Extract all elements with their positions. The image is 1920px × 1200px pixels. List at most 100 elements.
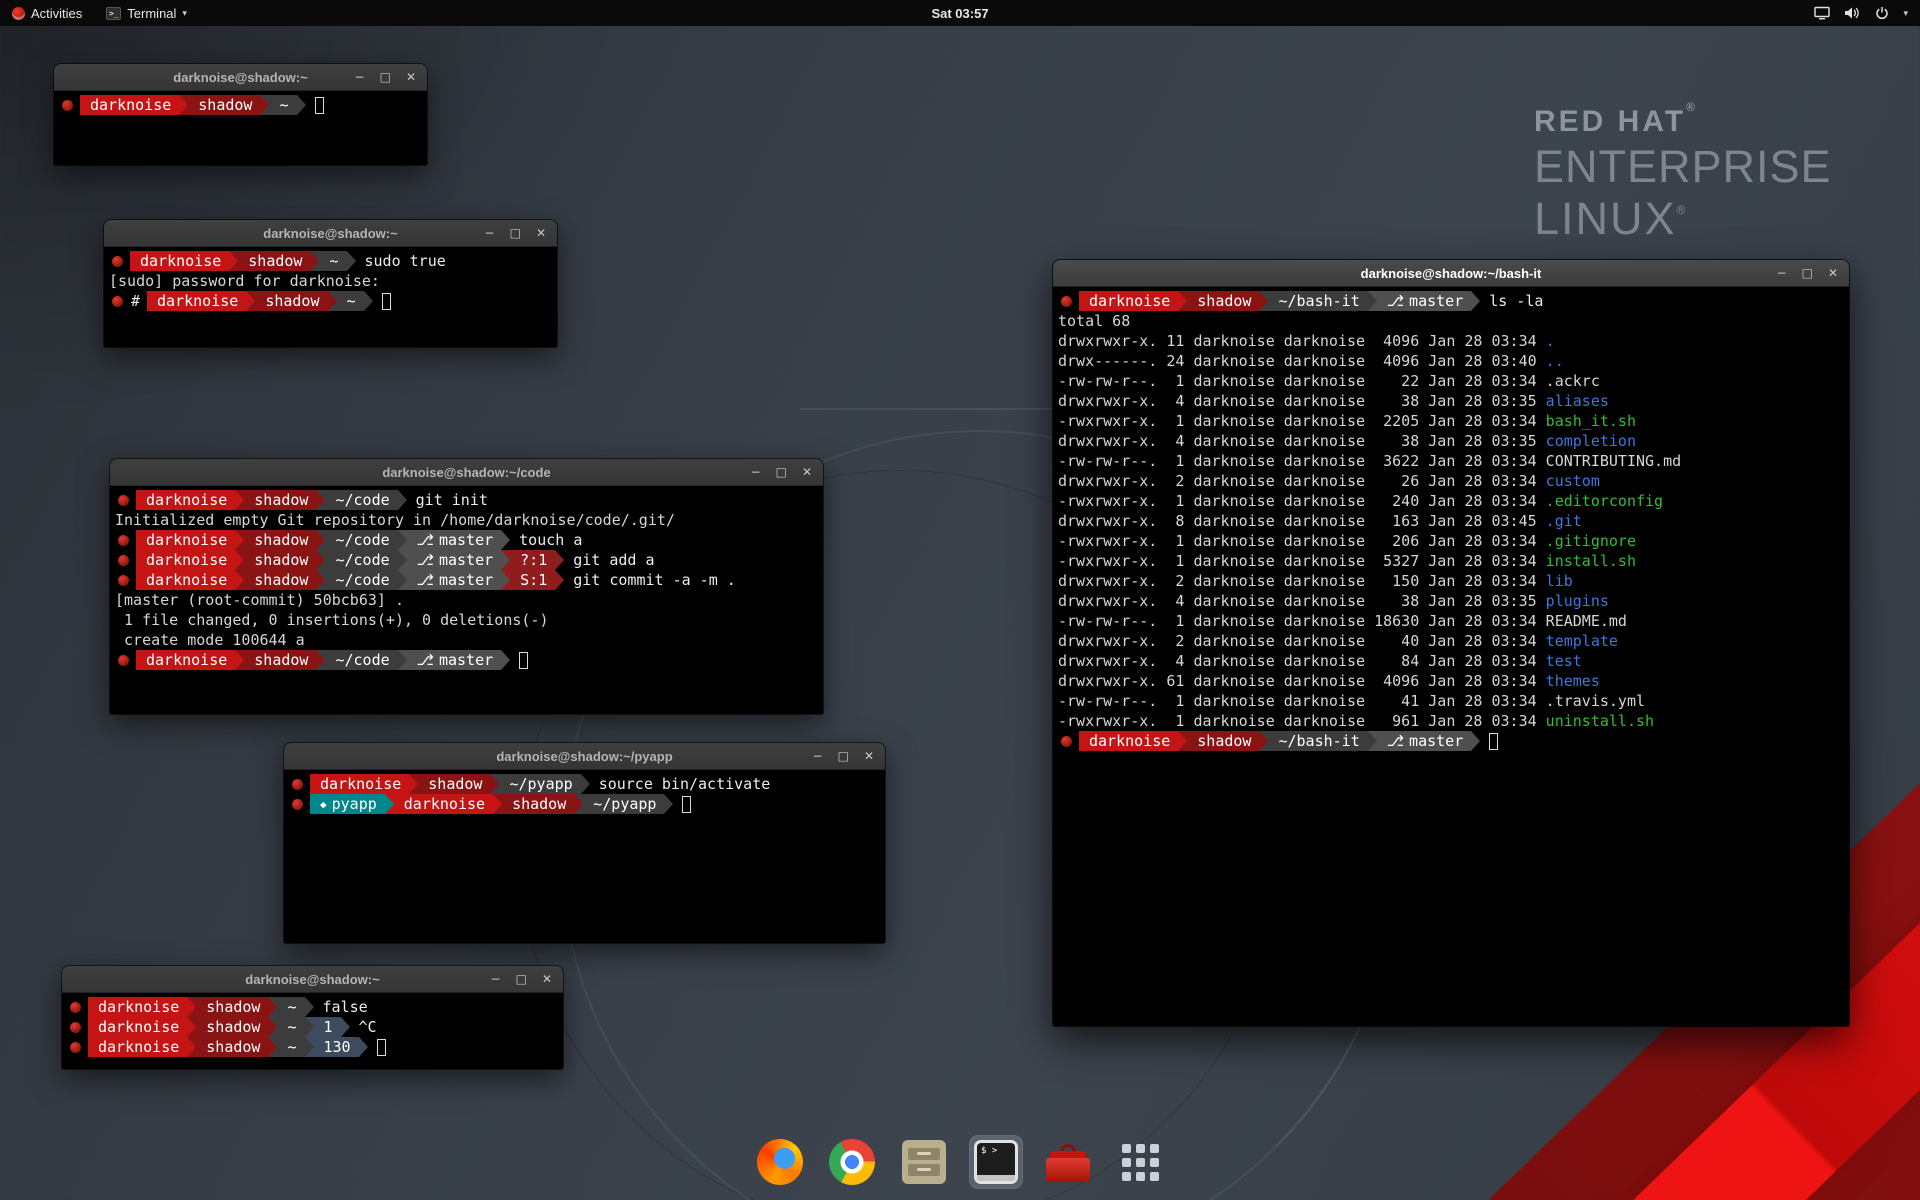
command-text: ls -la: [1489, 292, 1543, 310]
window-titlebar[interactable]: darknoise@shadow:~/pyapp−□✕: [284, 743, 885, 770]
dock-item-files[interactable]: [898, 1136, 950, 1188]
terminal-cursor: [315, 97, 324, 114]
powerline-arrow: [1368, 291, 1377, 311]
prompt-segment-host: shadow: [196, 1017, 268, 1037]
system-status-area[interactable]: ▾: [1802, 0, 1920, 26]
git-branch-icon: ⎇: [417, 531, 434, 549]
powerline-arrow: [385, 794, 394, 814]
prompt-segment-path: ~/code: [325, 550, 397, 570]
powerline-arrow: [179, 95, 188, 115]
minimize-button[interactable]: −: [751, 459, 761, 486]
output-text: 1 file changed, 0 insertions(+), 0 delet…: [115, 611, 548, 629]
terminal-window[interactable]: darknoise@shadow:~/pyapp−□✕darknoiseshad…: [284, 743, 885, 943]
terminal-window[interactable]: darknoise@shadow:~−□✕darknoiseshadow~: [54, 64, 427, 165]
branding-redhat: RED HAT®: [1534, 100, 1832, 139]
prompt-segment-host: shadow: [244, 650, 316, 670]
maximize-button[interactable]: □: [510, 220, 521, 247]
terminal-window[interactable]: darknoise@shadow:~−□✕darknoiseshadow~fal…: [62, 966, 563, 1069]
filename-dir: template: [1546, 632, 1618, 650]
output-line: drwxrwxr-x. 4 darknoise darknoise 38 Jan…: [1058, 591, 1844, 611]
dock-item-firefox[interactable]: [754, 1136, 806, 1188]
prompt-line: darknoiseshadow~/bash-it⎇master: [1058, 731, 1844, 751]
filename-dir: lib: [1546, 572, 1573, 590]
prompt-segment-host: shadow: [1187, 731, 1259, 751]
filename-exec: .editorconfig: [1546, 492, 1663, 510]
powerline-arrow: [359, 1037, 368, 1057]
terminal-content[interactable]: darknoiseshadow~sudo true[sudo] password…: [104, 247, 557, 315]
terminal-content[interactable]: darknoiseshadow~: [54, 91, 427, 119]
minimize-button[interactable]: −: [1777, 260, 1787, 287]
close-button[interactable]: ✕: [864, 743, 874, 770]
dock-item-terminal[interactable]: $ >: [970, 1136, 1022, 1188]
prompt-segment-host: shadow: [502, 794, 574, 814]
prompt-line: #darknoiseshadow~: [109, 291, 552, 311]
dock-item-app-grid[interactable]: [1114, 1136, 1166, 1188]
powerline-arrow: [1471, 291, 1480, 311]
terminal-window[interactable]: darknoise@shadow:~/bash-it−□✕darknoisesh…: [1053, 260, 1849, 1026]
output-text: Initialized empty Git repository in /hom…: [115, 511, 675, 529]
window-titlebar[interactable]: darknoise@shadow:~−□✕: [62, 966, 563, 993]
terminal-content[interactable]: darknoiseshadow~/pyappsource bin/activat…: [284, 770, 885, 818]
terminal-bar: [977, 1175, 1015, 1181]
prompt-segment-user: darknoise: [394, 794, 493, 814]
terminal-window[interactable]: darknoise@shadow:~−□✕darknoiseshadow~sud…: [104, 220, 557, 347]
prompt-glyph: $ >: [981, 1146, 997, 1156]
app-grid-icon: [1122, 1144, 1159, 1181]
prompt-segment-path: ~: [277, 997, 304, 1017]
output-text: [master (root-commit) 50bcb63] .: [115, 591, 404, 609]
grid-dot: [1150, 1158, 1159, 1167]
prompt-segment-exit: 130: [314, 1037, 359, 1057]
chevron-down-icon: ▾: [1903, 8, 1908, 19]
activities-button[interactable]: Activities: [0, 0, 94, 26]
prompt-line: darknoiseshadow~: [59, 95, 422, 115]
powerline-arrow: [347, 251, 356, 271]
git-branch-icon: ⎇: [417, 551, 434, 569]
prompt-segment-user: darknoise: [136, 570, 235, 590]
prompt-segment-user: darknoise: [130, 251, 229, 271]
terminal-content[interactable]: darknoiseshadow~falsedarknoiseshadow~1^C…: [62, 993, 563, 1061]
close-button[interactable]: ✕: [536, 220, 546, 247]
top-bar: Activities >_ Terminal ▾ Sat 03:57 ▾: [0, 0, 1920, 26]
close-button[interactable]: ✕: [802, 459, 812, 486]
terminal-content[interactable]: darknoiseshadow~/bash-it⎇masterls -latot…: [1053, 287, 1849, 755]
output-line: [master (root-commit) 50bcb63] .: [115, 590, 818, 610]
prompt-line: darknoiseshadow~false: [67, 997, 558, 1017]
powerline-arrow: [316, 530, 325, 550]
maximize-button[interactable]: □: [838, 743, 849, 770]
prompt-segment-user: darknoise: [310, 774, 409, 794]
prompt-line: darknoiseshadow~/code⎇master: [115, 650, 818, 670]
output-text: [sudo] password for darknoise:: [109, 272, 389, 290]
minimize-button[interactable]: −: [355, 64, 365, 91]
window-titlebar[interactable]: darknoise@shadow:~/code−□✕: [110, 459, 823, 486]
firefox-icon: [757, 1139, 803, 1185]
terminal-cursor: [382, 293, 391, 310]
maximize-button[interactable]: □: [776, 459, 787, 486]
git-branch-icon: ⎇: [417, 651, 434, 669]
clock[interactable]: Sat 03:57: [931, 6, 988, 21]
close-button[interactable]: ✕: [1828, 260, 1838, 287]
filename-exec: .gitignore: [1546, 532, 1636, 550]
terminal-content[interactable]: darknoiseshadow~/codegit initInitialized…: [110, 486, 823, 674]
dock-item-toolbox[interactable]: [1042, 1136, 1094, 1188]
command-text: git add a: [573, 551, 654, 569]
powerline-arrow: [316, 490, 325, 510]
minimize-button[interactable]: −: [485, 220, 495, 247]
terminal-window[interactable]: darknoise@shadow:~/code−□✕darknoiseshado…: [110, 459, 823, 714]
maximize-button[interactable]: □: [380, 64, 391, 91]
maximize-button[interactable]: □: [1802, 260, 1813, 287]
window-titlebar[interactable]: darknoise@shadow:~−□✕: [104, 220, 557, 247]
minimize-button[interactable]: −: [813, 743, 823, 770]
maximize-button[interactable]: □: [516, 966, 527, 993]
dock: $ >: [754, 1136, 1166, 1188]
powerline-arrow: [229, 251, 238, 271]
app-menu-terminal[interactable]: >_ Terminal ▾: [94, 0, 199, 26]
dock-item-chrome[interactable]: [826, 1136, 878, 1188]
close-button[interactable]: ✕: [406, 64, 416, 91]
close-button[interactable]: ✕: [542, 966, 552, 993]
window-titlebar[interactable]: darknoise@shadow:~−□✕: [54, 64, 427, 91]
minimize-button[interactable]: −: [491, 966, 501, 993]
output-text: -rw-rw-r--. 1 darknoise darknoise 18630 …: [1058, 612, 1546, 630]
filename-dir: plugins: [1546, 592, 1609, 610]
window-titlebar[interactable]: darknoise@shadow:~/bash-it−□✕: [1053, 260, 1849, 287]
output-line: drwx------. 24 darknoise darknoise 4096 …: [1058, 351, 1844, 371]
